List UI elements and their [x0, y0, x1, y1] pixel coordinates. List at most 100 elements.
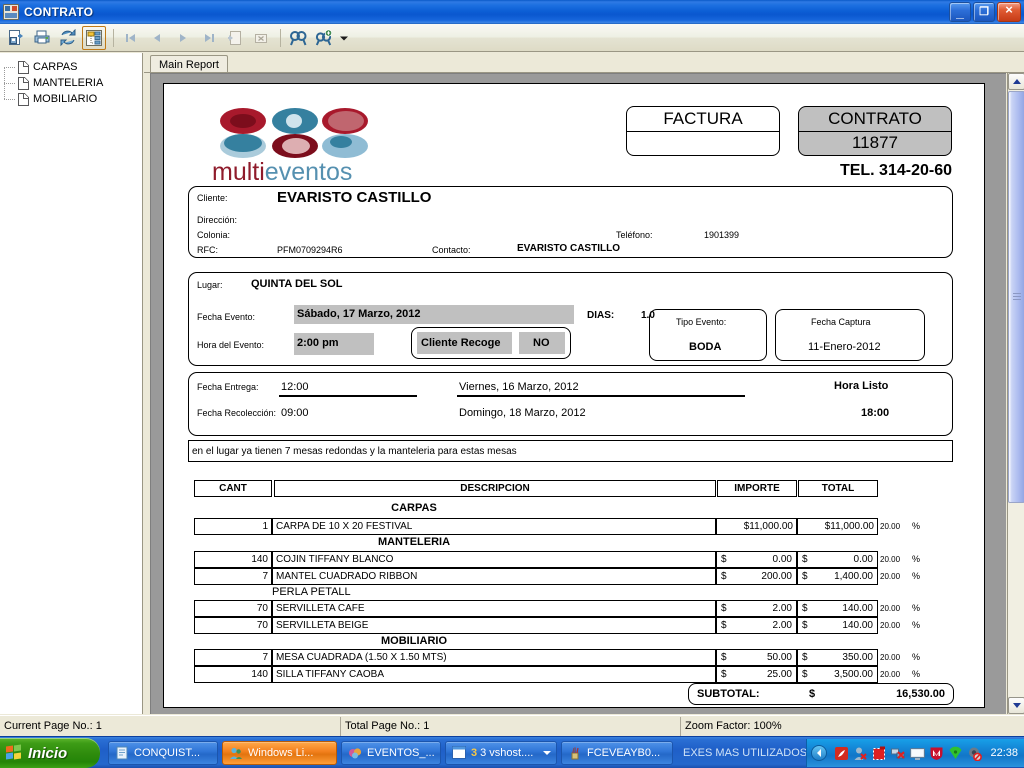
row-importe-symbol: $ [721, 652, 727, 663]
logo-blob-1-inner [230, 114, 256, 128]
contacto-label: Contacto: [432, 245, 471, 255]
scroll-up-button[interactable] [1008, 73, 1024, 90]
first-page-icon [126, 33, 135, 42]
group-title-carpas: CARPAS [391, 502, 437, 514]
logo-word-eventos: eventos [264, 158, 353, 186]
table-header-importe: IMPORTE [717, 480, 797, 497]
fecha-captura-label: Fecha Captura [811, 317, 871, 327]
row-total-symbol: $ [802, 652, 808, 663]
minimize-button[interactable]: _ [949, 2, 971, 22]
row-cant: 7 [194, 568, 272, 585]
scroll-down-button[interactable] [1008, 697, 1024, 714]
last-page-button[interactable] [197, 26, 221, 50]
wireless-icon[interactable] [948, 746, 963, 761]
zoom-button[interactable] [312, 26, 336, 50]
scrollbar-thumb[interactable] [1008, 91, 1024, 503]
taskbar-buttons: CONQUIST... Windows Li... EVENTOS_... 3 [104, 740, 819, 765]
find-text-button[interactable] [286, 26, 310, 50]
row-importe-cell: $ 0.00 [716, 551, 797, 568]
notepad-icon [115, 746, 129, 760]
entrega-date-rule [457, 395, 745, 397]
taskbar-button-fceveaybo[interactable]: FCEVEAYB0... [561, 740, 673, 765]
report-content: multieventos FACTURA CONTRATO 11877 TEL.… [164, 84, 984, 707]
taskbar-clock[interactable]: 22:38 [990, 747, 1018, 759]
print-button[interactable] [30, 26, 54, 50]
recording-icon[interactable] [872, 746, 887, 761]
row-descripcion: COJIN TIFFANY BLANCO [272, 551, 716, 568]
row-importe: $11,000.00 [716, 518, 797, 535]
row-total-symbol: $ [802, 603, 808, 614]
row-pct: 20.00 [880, 621, 901, 630]
zoom-dropdown-button[interactable] [338, 26, 350, 50]
export-icon [9, 29, 23, 45]
taskbar-button-eventos[interactable]: EVENTOS_... [341, 740, 441, 765]
close-button[interactable]: × [997, 2, 1021, 22]
next-page-button[interactable] [171, 26, 195, 50]
tree-item-manteleria[interactable]: MANTELERIA [4, 67, 142, 91]
chevron-up-icon [1012, 79, 1021, 84]
next-page-icon [180, 33, 186, 42]
tree-item-label: CARPAS [33, 61, 78, 73]
row-pct: 20.00 [880, 555, 901, 564]
row-importe: 0.00 [772, 554, 792, 565]
row-total-cell: $ 140.00 [797, 600, 878, 617]
show-hidden-icons-chevron[interactable] [811, 745, 828, 761]
hora-listo-value: 18:00 [861, 407, 890, 419]
status-zoom-factor: Zoom Factor: 100% [680, 716, 1024, 736]
tab-label: Main Report [159, 58, 219, 71]
hora-evento-value: 2:00 pm [297, 337, 339, 349]
stop-button[interactable] [249, 26, 273, 50]
toolbar-separator-2 [280, 28, 281, 47]
vertical-scrollbar[interactable] [1007, 73, 1024, 714]
cliente-value: EVARISTO CASTILLO [277, 189, 432, 206]
row-total-cell: $ 0.00 [797, 551, 878, 568]
toggle-group-tree-button[interactable] [82, 25, 106, 50]
system-tray: 22:38 [806, 739, 1024, 767]
window-group-icon [452, 745, 466, 760]
start-button-label: Inicio [28, 744, 68, 762]
acrobat-icon[interactable] [834, 746, 849, 761]
refresh-button[interactable] [56, 26, 80, 50]
logo-blob-6-inner [330, 136, 352, 148]
maximize-button[interactable]: ❐ [973, 2, 995, 22]
tree-item-carpas[interactable]: CARPAS [4, 59, 142, 75]
taskbar-button-label: EVENTOS_... [367, 746, 435, 759]
row-total: 140.00 [842, 620, 873, 631]
logo-wordmark: multieventos [212, 158, 352, 187]
taskbar-button-windows-live[interactable]: Windows Li... [222, 740, 337, 765]
network-disconnected-icon[interactable] [891, 746, 906, 761]
row-importe-symbol: $ [721, 669, 727, 680]
taskbar-button-label: 3 vshost.... [480, 746, 534, 759]
cliente-recoge-value: NO [533, 337, 550, 349]
taskbar-button-conquist[interactable]: CONQUIST... [108, 740, 218, 765]
row-total-symbol: $ [802, 620, 808, 631]
volume-muted-icon[interactable] [967, 746, 983, 761]
group-tree-pane[interactable]: CARPAS MANTELERIA MOBILIARIO [0, 53, 143, 714]
scrollbar-grip-icon [1013, 293, 1021, 301]
taskbar-button-vshost-group[interactable]: 3 3 vshost.... [445, 740, 557, 765]
tree-item-label: MANTELERIA [33, 77, 104, 89]
search-icon [290, 30, 307, 45]
user-error-icon[interactable] [853, 746, 868, 761]
chevron-down-icon[interactable] [543, 747, 551, 759]
row-descripcion: SERVILLETA CAFE [272, 600, 716, 617]
row-descripcion: MESA CUADRADA (1.50 X 1.50 MTS) [272, 649, 716, 666]
telephone-text: TEL. 314-20-60 [839, 162, 952, 179]
first-page-button[interactable] [119, 26, 143, 50]
page-icon [18, 60, 29, 74]
subtotal-symbol: $ [809, 688, 816, 700]
previous-page-button[interactable] [145, 26, 169, 50]
window-controls: _ ❐ × [949, 2, 1021, 22]
tree-item-mobiliario[interactable]: MOBILIARIO [4, 83, 142, 107]
go-to-page-button[interactable] [223, 26, 247, 50]
export-button[interactable] [4, 26, 28, 50]
tab-main-report[interactable]: Main Report [150, 55, 228, 73]
fecha-recoleccion-date: Domingo, 18 Marzo, 2012 [459, 407, 586, 419]
display-icon[interactable] [910, 746, 926, 761]
page-icon [18, 76, 29, 90]
company-logo: multieventos [212, 106, 408, 187]
toolbar-separator [113, 28, 114, 47]
start-button[interactable]: Inicio [0, 738, 100, 768]
close-icon: × [1005, 2, 1013, 17]
mcafee-icon[interactable] [929, 746, 944, 761]
